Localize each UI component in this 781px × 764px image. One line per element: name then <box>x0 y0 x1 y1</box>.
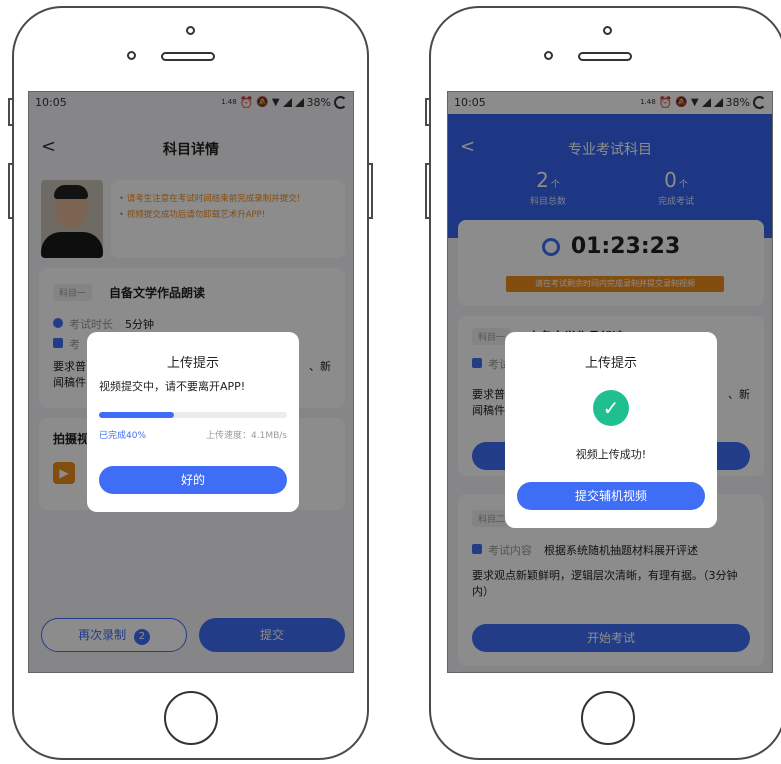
progress-done-text: 已完成40% <box>99 431 147 441</box>
submit-aux-video-button[interactable]: 提交辅机视频 <box>517 482 705 510</box>
left-phone-side-button-left <box>8 98 14 126</box>
modal-message: 视频提交中，请不要离开APP! <box>99 380 246 393</box>
upload-speed-text: 上传速度：4.1MB/s <box>206 431 287 441</box>
modal-message: 视频上传成功! <box>575 448 647 461</box>
left-screen: 10:05 1.48 ⏰ 🔕 ▼ 38% < 科目详情 • 请考生注意在考试时间… <box>28 91 354 673</box>
right-phone-side-button-left <box>425 98 431 126</box>
front-camera <box>186 26 195 35</box>
upload-success-modal: 上传提示 ✓ 视频上传成功! 提交辅机视频 <box>505 332 717 528</box>
front-camera <box>603 26 612 35</box>
ok-button[interactable]: 好的 <box>99 466 287 494</box>
modal-title: 上传提示 <box>166 356 219 371</box>
left-phone-side-button-left-2 <box>8 163 14 219</box>
right-screen: 10:05 1.48 ⏰ 🔕 ▼ 38% < 专业考试科目 2个 科目总数 0个… <box>447 91 773 673</box>
right-phone-side-button-left-2 <box>425 163 431 219</box>
home-button[interactable] <box>164 691 218 745</box>
progress-fill <box>99 412 175 418</box>
success-check-icon: ✓ <box>593 390 629 426</box>
left-phone-side-button-right <box>367 163 373 219</box>
sensor <box>127 51 136 60</box>
modal-title: 上传提示 <box>584 356 637 371</box>
earpiece-speaker <box>578 52 632 61</box>
home-button[interactable] <box>581 691 635 745</box>
progress-track <box>99 412 287 418</box>
sensor <box>544 51 553 60</box>
earpiece-speaker <box>161 52 215 61</box>
upload-modal: 上传提示 视频提交中，请不要离开APP! 已完成40% 上传速度：4.1MB/s… <box>87 332 299 512</box>
